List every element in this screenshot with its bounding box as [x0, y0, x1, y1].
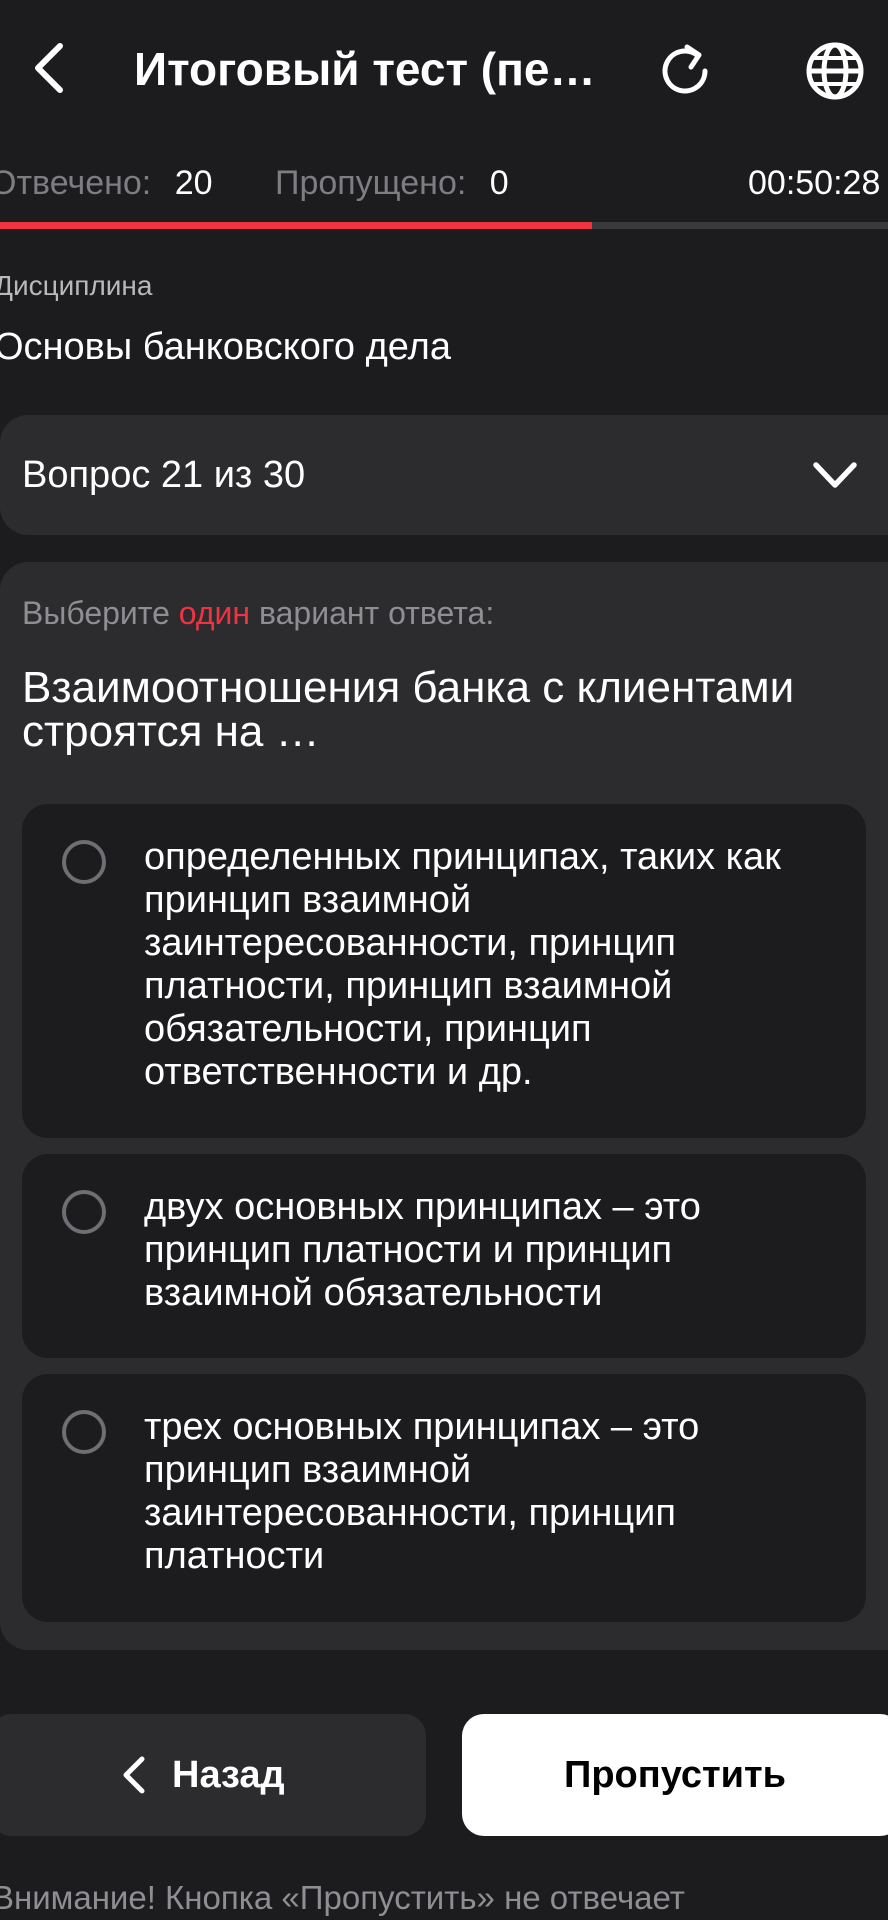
- question-selector[interactable]: Вопрос 21 из 30: [0, 415, 888, 535]
- progress-fill: [0, 222, 592, 229]
- back-button[interactable]: Назад: [0, 1714, 426, 1836]
- question-number: Вопрос 21 из 30: [22, 454, 306, 496]
- answer-option[interactable]: трех основных принципах – это принцип вз…: [22, 1374, 866, 1622]
- radio-button[interactable]: [62, 840, 106, 884]
- chevron-left-icon: [35, 43, 63, 93]
- back-nav-button[interactable]: [22, 36, 78, 100]
- answer-option[interactable]: двух основных принципах – это принцип пл…: [22, 1154, 866, 1358]
- skipped-stat: Пропущено: 0: [275, 160, 509, 206]
- chevron-down-icon: [813, 462, 857, 488]
- skipped-label: Пропущено:: [275, 164, 467, 202]
- skip-button[interactable]: Пропустить: [462, 1714, 888, 1836]
- skip-button-label: Пропустить: [564, 1754, 786, 1796]
- refresh-icon: [662, 44, 708, 94]
- skipped-value: 0: [489, 164, 509, 202]
- skip-notice: Внимание! Кнопка «Пропустить» не отвечае…: [0, 1879, 685, 1916]
- back-button-content: Назад: [120, 1714, 285, 1836]
- answer-option-text: трех основных принципах – это принцип вз…: [144, 1406, 700, 1577]
- discipline-value: Основы банковского дела: [0, 326, 451, 368]
- radio-button[interactable]: [62, 1190, 106, 1234]
- question-text: Взаимоотношения банка с клиентами строят…: [22, 663, 795, 756]
- refresh-button[interactable]: [650, 36, 720, 106]
- radio-button[interactable]: [62, 1410, 106, 1454]
- timer: 00:50:28: [748, 164, 881, 202]
- instruction-accent: один: [178, 595, 251, 631]
- answer-instruction: Выберите один вариант ответа:: [22, 592, 494, 634]
- back-button-label: Назад: [172, 1753, 285, 1796]
- instruction-prefix: Выберите: [22, 595, 170, 631]
- progress-bar: [0, 222, 888, 229]
- answer-option-text: определенных принципах, таких как принци…: [144, 836, 781, 1093]
- answer-option[interactable]: определенных принципах, таких как принци…: [22, 804, 866, 1138]
- instruction-suffix: вариант ответа:: [258, 595, 495, 631]
- language-button[interactable]: [800, 36, 870, 106]
- page-title: Итоговый тест (пе…: [134, 43, 596, 95]
- question-card: Выберите один вариант ответа: Взаимоотно…: [0, 562, 888, 1650]
- top-bar: Итоговый тест (пе…: [0, 0, 888, 140]
- discipline-label: Дисциплина: [0, 270, 153, 301]
- chevron-left-icon: [123, 1756, 145, 1794]
- test-stats: Отвечено: 20 Пропущено: 0 00:50:28: [0, 160, 888, 210]
- globe-icon: [806, 42, 864, 100]
- answered-stat: Отвечено: 20: [0, 160, 213, 206]
- answer-option-text: двух основных принципах – это принцип пл…: [144, 1186, 701, 1314]
- answered-value: 20: [174, 164, 213, 202]
- answered-label: Отвечено:: [0, 164, 152, 202]
